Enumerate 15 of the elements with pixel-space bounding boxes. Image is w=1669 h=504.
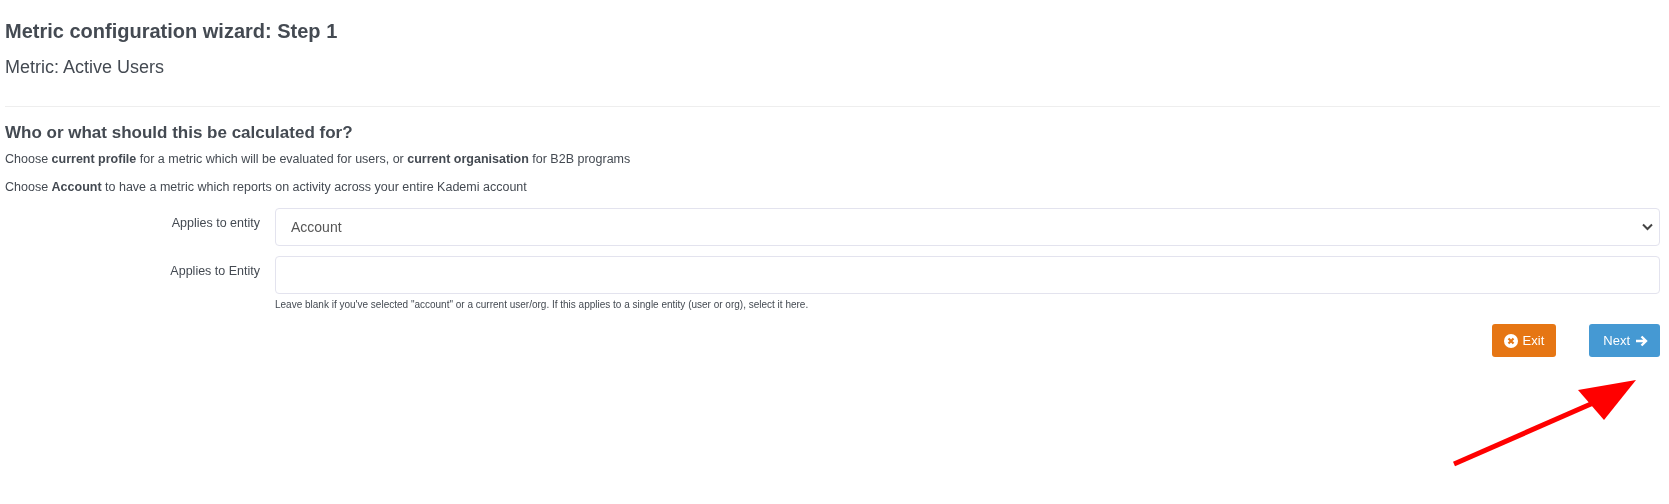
entity-input-field[interactable] xyxy=(275,256,1660,294)
field-label: Applies to Entity xyxy=(169,263,261,280)
help-text: Leave blank if you've selected "account" or a current user/org. If this applies to a single entity (user or org), select it here. xyxy=(275,299,810,310)
arrow-right-icon xyxy=(1635,334,1648,347)
field-label: Applies to entity xyxy=(170,215,261,232)
chevron-down-icon xyxy=(1642,223,1653,231)
section-heading: Who or what should this be calculated for? xyxy=(5,123,354,143)
page-title: Metric configuration wizard: Step 1 xyxy=(5,20,339,43)
instruction-text: Choose Account to have a metric which reports on activity across your entire Kademi account xyxy=(5,180,528,194)
instruction-text: Choose current profile for a metric which will be evaluated for users, or current organisation for B2B programs xyxy=(5,152,632,166)
metric-subtitle: Metric: Active Users xyxy=(5,57,166,78)
entity-dropdown[interactable]: Account xyxy=(275,208,1660,246)
exit-button[interactable]: Exit xyxy=(1491,324,1557,357)
close-icon xyxy=(1503,333,1518,348)
next-button[interactable]: Next xyxy=(1589,324,1660,357)
